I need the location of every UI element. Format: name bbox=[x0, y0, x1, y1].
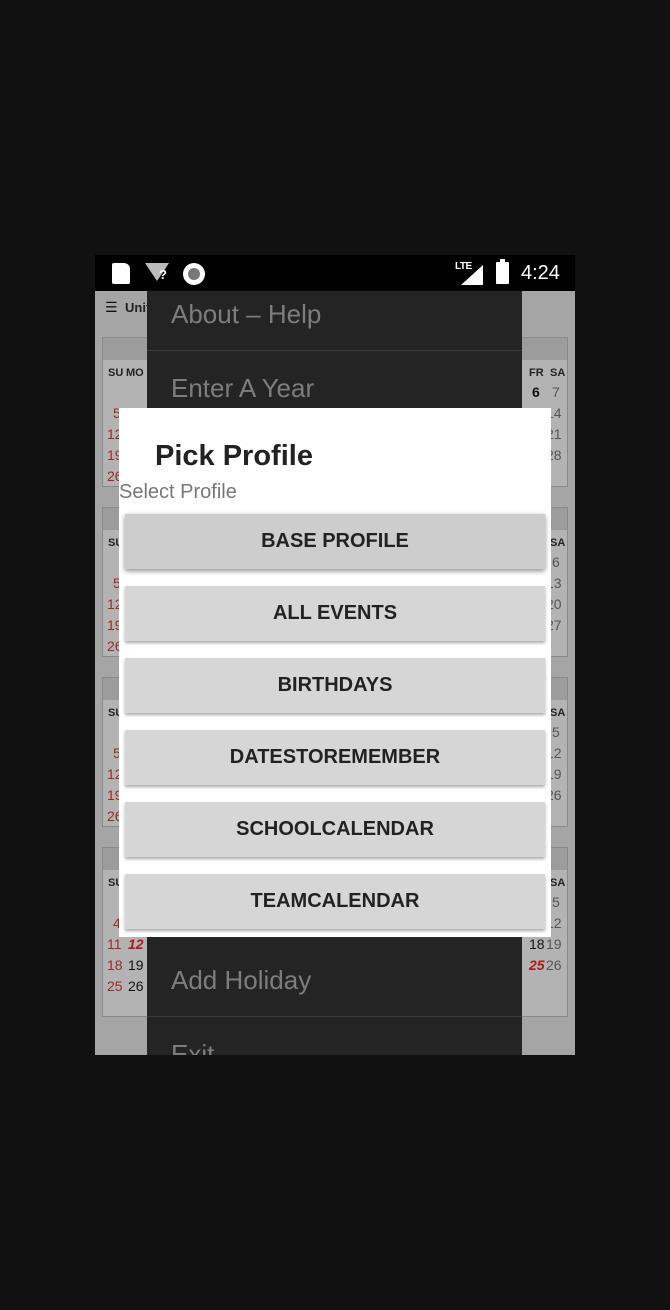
profile-button-datestoremember[interactable]: DATESTOREMEMBER bbox=[125, 730, 545, 785]
day-cell[interactable]: 12 bbox=[128, 936, 144, 952]
day-cell[interactable]: 5 bbox=[552, 894, 560, 910]
day-cell[interactable]: 26 bbox=[128, 978, 144, 994]
weekday-sa: SA bbox=[550, 707, 566, 719]
day-cell[interactable]: 6 bbox=[552, 554, 560, 570]
phone-screen: ? LTE 4:24 ☰ Unit SU MO FR SA 5 12 19 26… bbox=[95, 255, 575, 1055]
day-cell[interactable]: 25 bbox=[529, 957, 545, 973]
drawer-item-label: Add Holiday bbox=[171, 965, 312, 995]
profile-button-birthdays[interactable]: BIRTHDAYS bbox=[125, 658, 545, 713]
dialog-subtitle: Select Profile bbox=[119, 481, 237, 503]
drawer-item-about-help[interactable]: About – Help bbox=[147, 277, 522, 351]
weekday-sa: SA bbox=[550, 877, 566, 889]
day-cell[interactable]: 5 bbox=[552, 724, 560, 740]
weekday-mo: MO bbox=[126, 367, 144, 379]
profile-button-schoolcalendar[interactable]: SCHOOLCALENDAR bbox=[125, 802, 545, 857]
day-cell[interactable]: 26 bbox=[546, 957, 562, 973]
day-cell[interactable]: 25 bbox=[107, 978, 123, 994]
drawer-item-exit[interactable]: Exit bbox=[147, 1017, 522, 1055]
day-cell[interactable]: 11 bbox=[107, 936, 122, 952]
pick-profile-dialog: Pick Profile Select Profile BASE PROFILE… bbox=[119, 408, 551, 937]
drawer-item-label: About – Help bbox=[171, 299, 322, 329]
profile-button-base-profile[interactable]: BASE PROFILE bbox=[125, 514, 545, 569]
weekday-fr: FR bbox=[529, 367, 544, 379]
day-cell[interactable]: 19 bbox=[128, 957, 144, 973]
weekday-sa: SA bbox=[550, 537, 566, 549]
hamburger-menu-icon[interactable]: ☰ bbox=[105, 299, 118, 316]
day-cell[interactable]: 7 bbox=[552, 384, 560, 400]
profile-button-all-events[interactable]: ALL EVENTS bbox=[125, 586, 545, 641]
drawer-item-add-holiday[interactable]: Add Holiday bbox=[147, 943, 522, 1017]
clock: 4:24 bbox=[521, 262, 560, 284]
drawer-item-label: Exit bbox=[171, 1039, 215, 1055]
profile-button-teamcalendar[interactable]: TEAMCALENDAR bbox=[125, 874, 545, 929]
day-cell[interactable]: 19 bbox=[546, 936, 562, 952]
sd-card-icon bbox=[112, 263, 130, 284]
day-cell[interactable]: 6 bbox=[532, 384, 540, 400]
day-cell[interactable]: 18 bbox=[529, 936, 545, 952]
weekday-su: SU bbox=[108, 367, 124, 379]
drawer-item-label: Enter A Year bbox=[171, 373, 315, 403]
day-cell[interactable]: 18 bbox=[107, 957, 123, 973]
dialog-title: Pick Profile bbox=[155, 440, 313, 472]
weekday-sa: SA bbox=[550, 367, 566, 379]
